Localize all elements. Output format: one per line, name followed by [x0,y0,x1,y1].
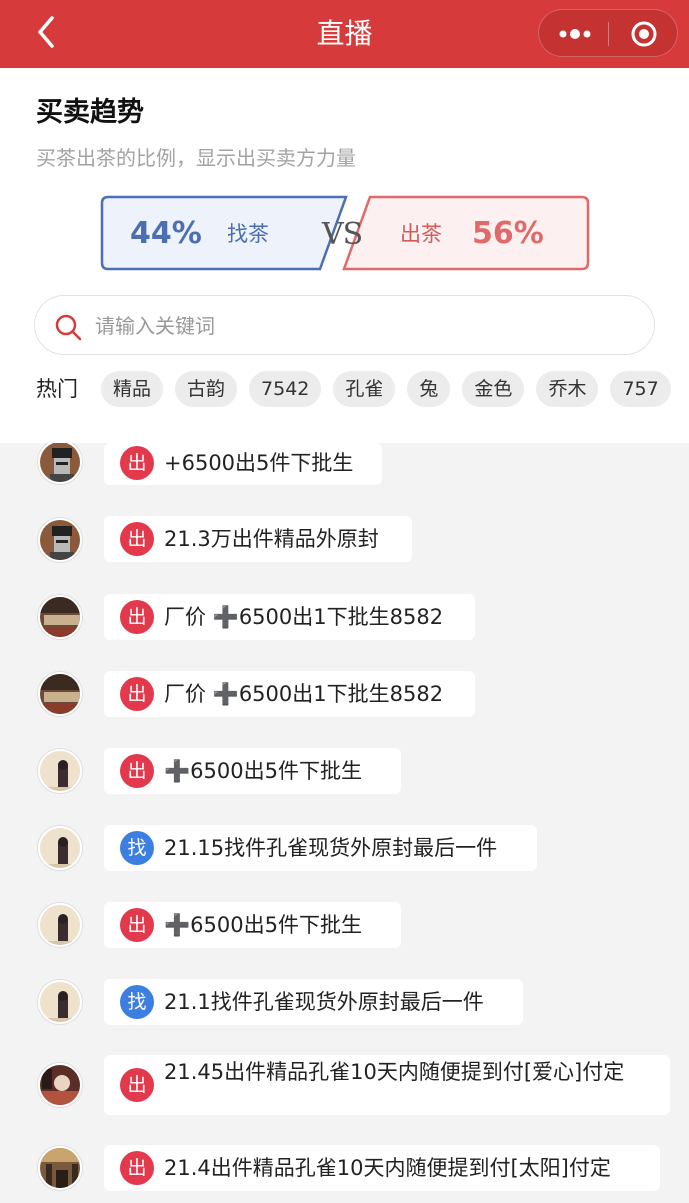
sell-tea-percent: 56% [472,216,544,251]
feed-item: 出 ➕6500出5件下批生 [0,902,689,948]
search-bar[interactable] [34,295,655,355]
sell-badge: 出 [120,754,154,788]
search-input[interactable] [95,306,635,346]
avatar[interactable] [38,903,82,947]
buy-badge: 找 [120,831,154,865]
buy-sell-ratio: 44% 找茶 VS 出茶 56% [100,195,590,275]
message-text: 21.45出件精品孔雀10天内随便提到付[爱心]付定 [164,1060,625,1084]
avatar[interactable] [38,826,82,870]
sell-badge: 出 [120,908,154,942]
message-text: ➕6500出5件下批生 [164,913,362,937]
hot-tag[interactable]: 757 [610,371,671,407]
buy-badge: 找 [120,985,154,1019]
hot-tags: 精品 古韵 7542 孔雀兔金色 乔木 757 [101,371,689,411]
hot-label: 热门 [36,377,78,401]
feed-item: 出 ➕6500出5件下批生 [0,748,689,794]
message-text: 厂价 ➕6500出1下批生8582 [164,605,444,629]
avatar[interactable] [38,672,82,716]
sell-tea-label: 出茶 [400,222,442,246]
vs-label: VS [322,217,363,252]
feed-item: 出 21.45出件精品孔雀10天内随便提到付[爱心]付定 [0,1055,689,1115]
capsule-menu [538,9,678,57]
avatar[interactable] [38,980,82,1024]
feed-item: 出 厂价 ➕6500出1下批生8582 [0,594,689,640]
message-bubble[interactable]: 出 厂价 ➕6500出1下批生8582 [104,671,475,717]
avatar[interactable] [38,595,82,639]
message-text: 厂价 ➕6500出1下批生8582 [164,682,444,706]
message-text: ➕6500出5件下批生 [164,759,362,783]
close-miniprogram-icon[interactable] [609,10,679,58]
hot-tag[interactable]: 精品 [101,371,164,407]
sell-badge: 出 [120,1068,154,1102]
hot-tag[interactable]: 孔雀 [333,371,396,407]
avatar[interactable] [38,1146,82,1190]
hot-tag[interactable]: 7542 [249,371,322,407]
feed-item: 找 21.15找件孔雀现货外原封最后一件 [0,825,689,871]
navbar: 直播 [0,0,689,68]
avatar[interactable] [38,518,82,562]
live-feed[interactable]: 出 +6500出5件下批生 出 21.3万出件精品外原封 出 厂价 ➕6500出… [0,443,689,1203]
hot-tag[interactable]: 古韵 [175,371,238,407]
hot-tag[interactable]: 金色 [462,371,525,407]
sell-badge: 出 [120,446,154,480]
feed-item: 出 厂价 ➕6500出1下批生8582 [0,671,689,717]
search-icon [55,314,82,341]
feed-item: 出 21.3万出件精品外原封 [0,516,689,564]
message-text: 21.3万出件精品外原封 [164,527,379,551]
feed-item: 找 21.1找件孔雀现货外原封最后一件 [0,979,689,1025]
message-bubble[interactable]: 出 21.3万出件精品外原封 [104,516,412,562]
message-bubble[interactable]: 出 21.45出件精品孔雀10天内随便提到付[爱心]付定 [104,1055,670,1115]
trend-subtitle: 买茶出茶的比例，显示出买卖方力量 [36,146,356,170]
sell-badge: 出 [120,600,154,634]
find-tea-label: 找茶 [227,222,269,246]
message-bubble[interactable]: 出 21.4出件精品孔雀10天内随便提到付[太阳]付定 [104,1145,660,1191]
message-text: 21.15找件孔雀现货外原封最后一件 [164,836,498,860]
trend-panel: 买卖趋势 买茶出茶的比例，显示出买卖方力量 44% 找茶 VS 出茶 56% 热… [0,68,689,443]
message-text: 21.1找件孔雀现货外原封最后一件 [164,990,484,1014]
message-bubble[interactable]: 出 +6500出5件下批生 [104,443,382,485]
message-bubble[interactable]: 找 21.1找件孔雀现货外原封最后一件 [104,979,523,1025]
find-tea-percent: 44% [130,216,202,251]
hot-tag[interactable]: 乔木 [536,371,599,407]
message-bubble[interactable]: 出 ➕6500出5件下批生 [104,748,401,794]
avatar[interactable] [38,1063,82,1107]
feed-item: 出 +6500出5件下批生 [0,443,689,487]
trend-title: 买卖趋势 [36,97,144,128]
message-text: +6500出5件下批生 [164,451,354,475]
message-bubble[interactable]: 找 21.15找件孔雀现货外原封最后一件 [104,825,537,871]
sell-badge: 出 [120,677,154,711]
avatar[interactable] [38,443,82,484]
sell-badge: 出 [120,1151,154,1185]
feed-item: 出 21.4出件精品孔雀10天内随便提到付[太阳]付定 [0,1145,689,1191]
avatar[interactable] [38,749,82,793]
message-bubble[interactable]: 出 ➕6500出5件下批生 [104,902,401,948]
message-text: 21.4出件精品孔雀10天内随便提到付[太阳]付定 [164,1156,611,1180]
more-icon[interactable] [539,10,608,58]
message-bubble[interactable]: 出 厂价 ➕6500出1下批生8582 [104,594,475,640]
hot-tag[interactable]: 兔 [407,371,451,407]
sell-badge: 出 [120,522,154,556]
